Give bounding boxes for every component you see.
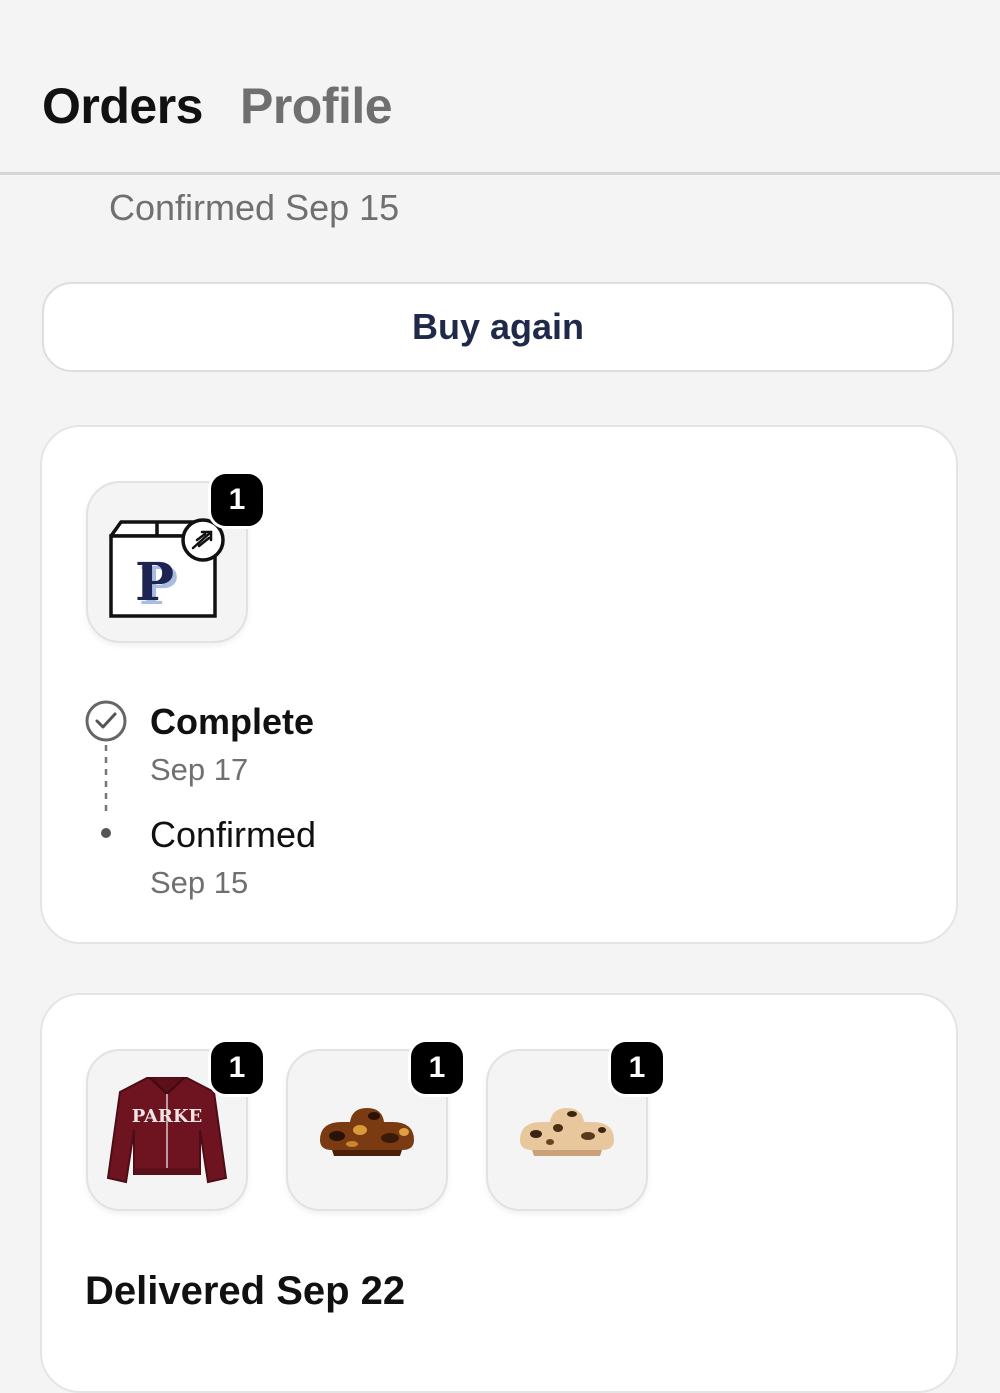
timeline-complete-label: Complete [150, 701, 315, 742]
timeline-connector [104, 745, 108, 815]
check-circle-icon [85, 700, 127, 742]
order-card[interactable]: P P 1 Complete Sep 17 Confirmed Sep 15 [40, 425, 958, 944]
previous-order-status: Confirmed Sep 15 [109, 187, 400, 228]
package-p-icon: P P [109, 518, 225, 618]
timeline-confirmed-date: Sep 15 [150, 865, 249, 900]
dot-icon [101, 828, 111, 838]
blonde-tortoise-hair-claw-image [520, 1108, 614, 1156]
order-card[interactable]: PARKE 1 1 1 Delivered Sep 22 [40, 993, 958, 1393]
jacket-print-text: PARKE [132, 1106, 203, 1127]
item-count-badge: 1 [608, 1039, 666, 1097]
buy-again-button[interactable]: Buy again [42, 282, 954, 372]
timeline-complete-date: Sep 17 [150, 752, 249, 787]
item-count-badge: 1 [208, 1039, 266, 1097]
item-count-badge: 1 [208, 471, 266, 529]
tortoise-hair-claw-image [320, 1108, 414, 1156]
tab-orders[interactable]: Orders [42, 76, 203, 136]
delivered-status: Delivered Sep 22 [85, 1269, 406, 1313]
tab-profile[interactable]: Profile [240, 76, 393, 136]
timeline-confirmed-label: Confirmed [150, 814, 317, 855]
svg-text:P: P [135, 552, 174, 613]
item-count-badge: 1 [408, 1039, 466, 1097]
top-nav: Orders Profile [0, 0, 1000, 175]
